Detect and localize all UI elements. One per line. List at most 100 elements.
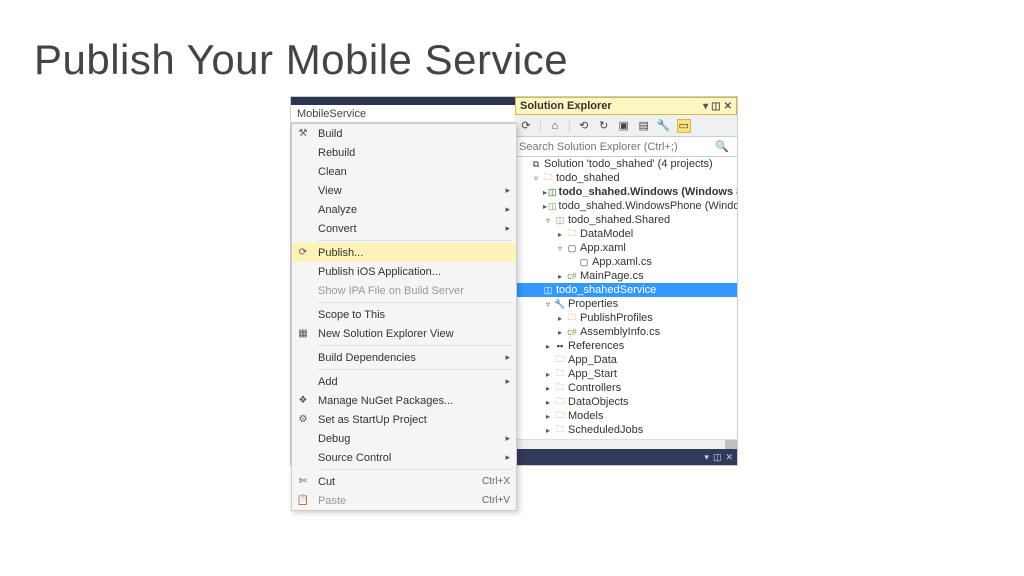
tree-row[interactable]: ▿🔧Properties xyxy=(515,297,737,311)
menu-item[interactable]: Source Control▸ xyxy=(292,448,516,467)
tree-row[interactable]: ▸🗀DataObjects xyxy=(515,395,737,409)
toolbar-icon[interactable]: ↻ xyxy=(597,119,611,133)
menu-item[interactable]: ✄CutCtrl+X xyxy=(292,472,516,491)
tree-row[interactable]: ▿◫todo_shahed.Shared xyxy=(515,213,737,227)
tree-row[interactable]: ▸🗀PublishProfiles xyxy=(515,311,737,325)
node-label: todo_shahed.Shared xyxy=(568,214,670,226)
horizontal-scrollbar[interactable] xyxy=(515,439,737,449)
expand-icon[interactable]: ▸ xyxy=(543,412,553,421)
expand-icon[interactable]: ▸ xyxy=(555,328,565,337)
tree-row[interactable]: ▿▢App.xaml xyxy=(515,241,737,255)
menu-item: 📋PasteCtrl+V xyxy=(292,491,516,510)
solution-tree[interactable]: ⧉Solution 'todo_shahed' (4 projects)▿🗀to… xyxy=(515,157,737,465)
node-label: PublishProfiles xyxy=(580,312,653,324)
menu-item[interactable]: View▸ xyxy=(292,181,516,200)
menu-item[interactable]: ⚙Set as StartUp Project xyxy=(292,410,516,429)
expand-icon[interactable]: ▸ xyxy=(543,398,553,407)
tree-row[interactable]: ▸🗀ScheduledJobs xyxy=(515,423,737,437)
tree-row[interactable]: ▢App.xaml.cs xyxy=(515,255,737,269)
tree-row[interactable]: ▸▪▪References xyxy=(515,339,737,353)
expand-icon[interactable]: ▸ xyxy=(555,314,565,323)
toolbar-icon[interactable]: 🔧 xyxy=(657,119,671,133)
menu-separator xyxy=(318,345,512,346)
node-label: DataObjects xyxy=(568,396,629,408)
toolbar-icon[interactable]: ⌂ xyxy=(548,119,562,133)
expand-icon[interactable]: ▸ xyxy=(543,370,553,379)
menu-icon: ⟳ xyxy=(296,247,310,258)
menu-item[interactable]: Scope to This xyxy=(292,305,516,324)
menu-item-label: Convert xyxy=(318,223,357,235)
toolbar-icon[interactable]: ⟳ xyxy=(519,119,533,133)
expand-icon[interactable]: ▿ xyxy=(543,216,553,225)
menu-item[interactable]: ▦New Solution Explorer View xyxy=(292,324,516,343)
solution-explorer: Solution Explorer ▾ ◫ ✕ ⟳|⌂|⟲↻▣▤🔧▭ 🔍 ⧉So… xyxy=(515,97,737,465)
tree-row[interactable]: ▿🗀todo_shahed xyxy=(515,171,737,185)
node-icon: 🗀 xyxy=(542,170,554,186)
expand-icon[interactable]: ▿ xyxy=(531,174,541,183)
menu-item[interactable]: Publish iOS Application... xyxy=(292,262,516,281)
dropdown-icon[interactable]: ▾ xyxy=(703,101,708,112)
menu-item[interactable]: Add▸ xyxy=(292,372,516,391)
node-label: AssemblyInfo.cs xyxy=(580,326,660,338)
expand-icon[interactable]: ▸ xyxy=(543,202,547,211)
menu-icon: ⚙ xyxy=(296,414,310,425)
close-icon[interactable]: ✕ xyxy=(725,452,733,463)
menu-separator xyxy=(318,469,512,470)
pin-icon[interactable]: ◫ xyxy=(711,101,720,112)
panel-title: Solution Explorer xyxy=(520,100,612,112)
expand-icon[interactable]: ▿ xyxy=(543,300,553,309)
menu-item-label: Build Dependencies xyxy=(318,352,416,364)
toolbar-icon[interactable]: ▣ xyxy=(617,119,631,133)
tree-row[interactable]: ⧉Solution 'todo_shahed' (4 projects) xyxy=(515,157,737,171)
tree-row[interactable]: ▸◫todo_shahed.Windows (Windows 8. xyxy=(515,185,737,199)
tree-row[interactable]: ▸🗀Models xyxy=(515,409,737,423)
expand-icon[interactable]: ▸ xyxy=(543,342,553,351)
expand-icon[interactable]: ▸ xyxy=(543,384,553,393)
menu-icon: 📋 xyxy=(296,495,310,506)
dropdown-icon[interactable]: ▾ xyxy=(704,452,709,463)
menu-item[interactable]: ⟳Publish... xyxy=(292,243,516,262)
menu-item[interactable]: Rebuild xyxy=(292,143,516,162)
toolbar-icon[interactable]: ⟲ xyxy=(577,119,591,133)
search-input[interactable] xyxy=(519,141,711,153)
node-label: App.xaml.cs xyxy=(592,256,652,268)
submenu-arrow-icon: ▸ xyxy=(505,223,510,234)
ide-screenshot: MobileService ▾ ⚒BuildRebuildCleanView▸A… xyxy=(290,96,738,466)
tree-row[interactable]: ▸🗀DataModel xyxy=(515,227,737,241)
toolbar-icon[interactable]: ▭ xyxy=(677,119,691,133)
menu-item[interactable]: Convert ▸ xyxy=(292,219,516,238)
tree-row[interactable]: ▸🗀App_Start xyxy=(515,367,737,381)
node-icon: ◫ xyxy=(548,201,557,212)
expand-icon[interactable]: ▿ xyxy=(555,244,565,253)
expand-icon[interactable]: ▸ xyxy=(555,272,565,281)
tree-row[interactable]: ▸c#AssemblyInfo.cs xyxy=(515,325,737,339)
node-icon: ▪▪ xyxy=(554,341,566,351)
close-icon[interactable]: ✕ xyxy=(724,101,732,112)
menu-item[interactable]: Debug▸ xyxy=(292,429,516,448)
tree-row[interactable]: ▸◫todo_shahed.WindowsPhone (Windo xyxy=(515,199,737,213)
tree-row[interactable]: ◫todo_shahedService xyxy=(515,283,737,297)
pin-icon[interactable]: ◫ xyxy=(713,452,722,463)
tree-row[interactable]: ▸🗀Controllers xyxy=(515,381,737,395)
menu-shortcut: Ctrl+X xyxy=(482,476,510,487)
tree-row[interactable]: 🗀App_Data xyxy=(515,353,737,367)
node-label: MainPage.cs xyxy=(580,270,644,282)
node-label: App_Data xyxy=(568,354,617,366)
search-icon[interactable]: 🔍 xyxy=(711,140,733,153)
menu-item[interactable]: Clean xyxy=(292,162,516,181)
toolbar-icon[interactable]: ▤ xyxy=(637,119,651,133)
expand-icon[interactable]: ▸ xyxy=(543,188,547,197)
menu-item[interactable]: ❖Manage NuGet Packages... xyxy=(292,391,516,410)
node-icon: 🔧 xyxy=(554,299,566,310)
expand-icon[interactable]: ▸ xyxy=(543,426,553,435)
solution-toolbar: ⟳|⌂|⟲↻▣▤🔧▭ xyxy=(515,115,737,137)
tree-row[interactable]: ▸c#MainPage.cs xyxy=(515,269,737,283)
menu-item-label: Cut xyxy=(318,476,335,488)
panel-header[interactable]: Solution Explorer ▾ ◫ ✕ xyxy=(515,97,737,115)
node-icon: ◫ xyxy=(542,285,554,296)
expand-icon[interactable]: ▸ xyxy=(555,230,565,239)
menu-item[interactable]: Build Dependencies▸ xyxy=(292,348,516,367)
search-row: 🔍 xyxy=(515,137,737,157)
menu-item[interactable]: Analyze▸ xyxy=(292,200,516,219)
menu-item[interactable]: ⚒Build xyxy=(292,124,516,143)
